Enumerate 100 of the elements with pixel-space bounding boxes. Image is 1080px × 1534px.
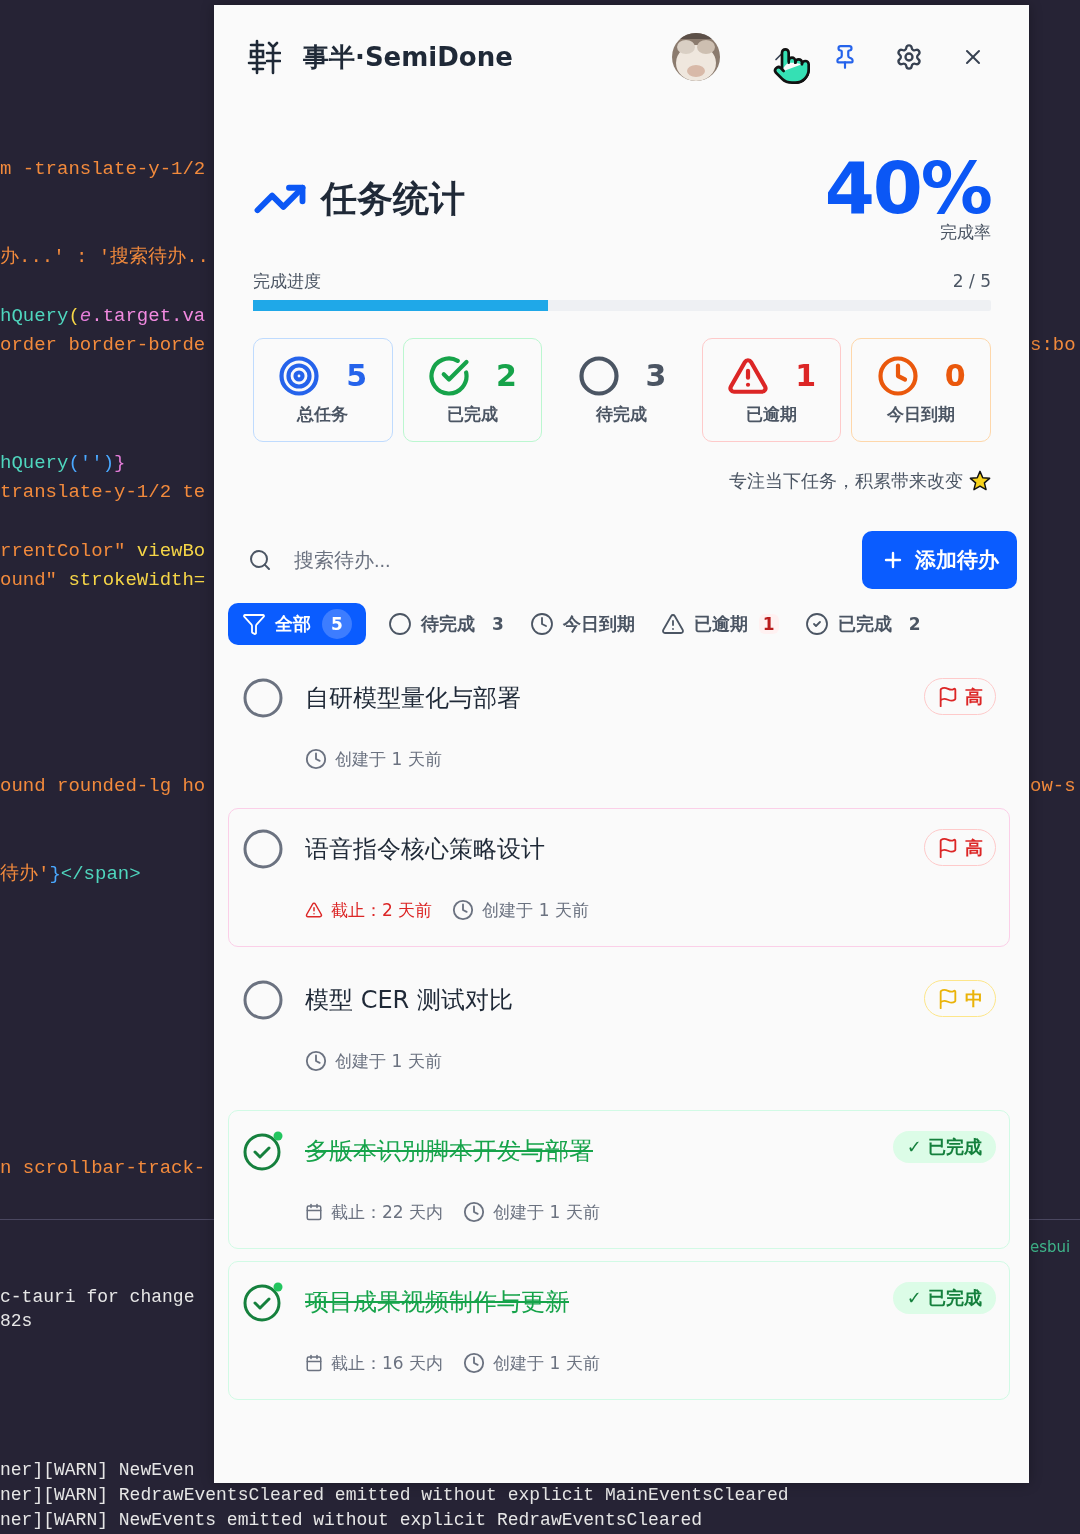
code-line: ow-s xyxy=(1030,774,1077,800)
count-label: 3 xyxy=(492,614,504,634)
status-badge: ✓ 已完成 xyxy=(892,1282,996,1314)
task-title: 自研模型量化与部署 xyxy=(305,683,522,714)
stat-value: 2 xyxy=(495,358,517,393)
task-title: 项目成果视频制作与更新 xyxy=(305,1287,570,1318)
stat-label: 已逾期 xyxy=(746,402,798,426)
stat-label: 待完成 xyxy=(596,402,648,426)
created-text: 创建于 1 天前 xyxy=(452,898,589,922)
terminal-line: c-tauri for change xyxy=(0,1285,195,1309)
rate-label: 完成率 xyxy=(940,222,991,242)
task-title: 模型 CER 测试对比 xyxy=(305,985,514,1016)
created-text: 创建于 1 天前 xyxy=(463,1351,600,1375)
clock-icon xyxy=(463,1352,486,1374)
code-line: 待办'}</span> xyxy=(0,862,142,888)
search-field[interactable]: 搜索待办... xyxy=(292,547,862,573)
clock-icon xyxy=(876,354,919,397)
logo-icon xyxy=(247,39,281,75)
code-line: hQuery('')} xyxy=(0,450,127,476)
circle-icon xyxy=(243,829,283,869)
filter-tab[interactable]: 已完成 2 xyxy=(800,603,925,645)
code-line: ound rounded-lg ho xyxy=(0,774,207,800)
stat-value: 3 xyxy=(645,358,667,393)
task-title: 语音指令核心策略设计 xyxy=(305,834,546,865)
task-card[interactable]: 多版本识别脚本开发与部署 ✓ 已完成 截止：22 天内 创建于 1 天前 xyxy=(228,1110,1010,1249)
code-line: hQuery(e.target.va xyxy=(0,303,207,329)
add-button[interactable]: 添加待办 xyxy=(862,531,1017,589)
clock-icon xyxy=(305,748,327,770)
target-icon xyxy=(278,354,321,397)
checked-circle-icon xyxy=(243,1282,283,1322)
code-line: order border-borde xyxy=(0,333,207,359)
code-line: m -translate-y-1/2 xyxy=(0,157,207,182)
clock-icon xyxy=(529,612,554,636)
check-circle-icon xyxy=(804,612,829,636)
terminal-label: esbui xyxy=(1030,1237,1071,1258)
count-badge: 1 xyxy=(758,614,779,634)
warning-icon xyxy=(660,612,685,636)
task-card[interactable]: 项目成果视频制作与更新 ✓ 已完成 截止：16 天内 创建于 1 天前 xyxy=(228,1261,1010,1400)
count-badge: 5 xyxy=(322,609,352,639)
flag-icon xyxy=(937,685,959,708)
deadline-text: 截止：16 天内 xyxy=(305,1351,444,1375)
task-checkbox[interactable] xyxy=(243,1131,283,1171)
stat-label: 今日到期 xyxy=(887,402,956,426)
task-checkbox[interactable] xyxy=(243,829,283,869)
filter-tab[interactable]: 已逾期 1 xyxy=(656,603,783,645)
section-title: 任务统计 xyxy=(321,176,465,221)
search-icon xyxy=(248,548,272,572)
created-text: 创建于 1 天前 xyxy=(305,747,442,771)
clock-icon xyxy=(463,1201,486,1223)
checked-circle-icon xyxy=(243,1131,283,1171)
task-checkbox[interactable] xyxy=(243,980,283,1020)
calendar-icon xyxy=(305,1203,323,1221)
calendar-icon xyxy=(305,1354,323,1372)
stat-label: 总任务 xyxy=(297,402,349,426)
code-line: n scrollbar-track- xyxy=(0,1156,207,1182)
deadline-text: 截止：2 天前 xyxy=(305,898,433,922)
terminal-line: ner][WARN] NewEvents emitted without explicit RedrawEventsCleared xyxy=(0,1508,703,1532)
flag-icon xyxy=(937,987,959,1010)
terminal-line: 82s xyxy=(0,1310,33,1334)
filter-tab[interactable]: 待完成 3 xyxy=(384,603,508,645)
app-title: 事半·SemiDone xyxy=(303,40,514,74)
star-icon xyxy=(969,470,991,492)
settings-icon xyxy=(895,43,923,71)
code-line: ound" strokeWidth= xyxy=(0,568,207,594)
check-circle-icon xyxy=(427,354,470,397)
task-card[interactable]: 语音指令核心策略设计 高 截止：2 天前 创建于 1 天前 xyxy=(228,808,1010,947)
flag-icon xyxy=(937,836,959,859)
clock-icon xyxy=(305,1050,327,1072)
task-card[interactable]: 自研模型量化与部署 高 创建于 1 天前 xyxy=(228,657,1010,796)
code-line: 办...' : '搜索待办.. xyxy=(0,245,211,271)
code-line: rrentColor" viewBo xyxy=(0,539,207,565)
task-title: 多版本识别脚本开发与部署 xyxy=(305,1136,594,1167)
code-line: translate-y-1/2 te xyxy=(0,480,207,506)
circle-icon xyxy=(243,678,283,718)
stat-value: 1 xyxy=(795,358,817,393)
filter-tab[interactable]: 今日到期 xyxy=(525,603,639,645)
created-text: 创建于 1 天前 xyxy=(305,1049,442,1073)
stat-value: 0 xyxy=(944,358,966,393)
terminal-line: ner][WARN] RedrawEventsCleared emitted without explicit MainEventsCleared xyxy=(0,1483,789,1507)
stat-value: 5 xyxy=(346,358,368,393)
task-checkbox[interactable] xyxy=(243,1282,283,1322)
status-badge: ✓ 已完成 xyxy=(892,1131,996,1163)
code-line: s:bo xyxy=(1030,333,1077,359)
task-card[interactable]: 模型 CER 测试对比 中 创建于 1 天前 xyxy=(228,959,1010,1098)
task-checkbox[interactable] xyxy=(243,678,283,718)
hand-cursor-icon xyxy=(772,46,812,86)
circle-icon xyxy=(577,354,620,397)
completion-rate: 40% xyxy=(824,154,991,222)
created-text: 创建于 1 天前 xyxy=(463,1200,600,1224)
count-label: 2 xyxy=(908,614,921,634)
clock-icon xyxy=(452,899,475,921)
motto-text: 专注当下任务，积累带来改变 xyxy=(729,469,963,493)
progress-count: 2 / 5 xyxy=(952,270,991,292)
terminal-line: ner][WARN] NewEven xyxy=(0,1459,195,1483)
progress-label: 完成进度 xyxy=(253,270,321,292)
filter-icon xyxy=(242,612,266,636)
stat-label: 已完成 xyxy=(446,402,498,426)
circle-icon xyxy=(243,980,283,1020)
filter-tab[interactable]: 全部 5 xyxy=(228,603,366,645)
deadline-text: 截止：22 天内 xyxy=(305,1200,444,1224)
